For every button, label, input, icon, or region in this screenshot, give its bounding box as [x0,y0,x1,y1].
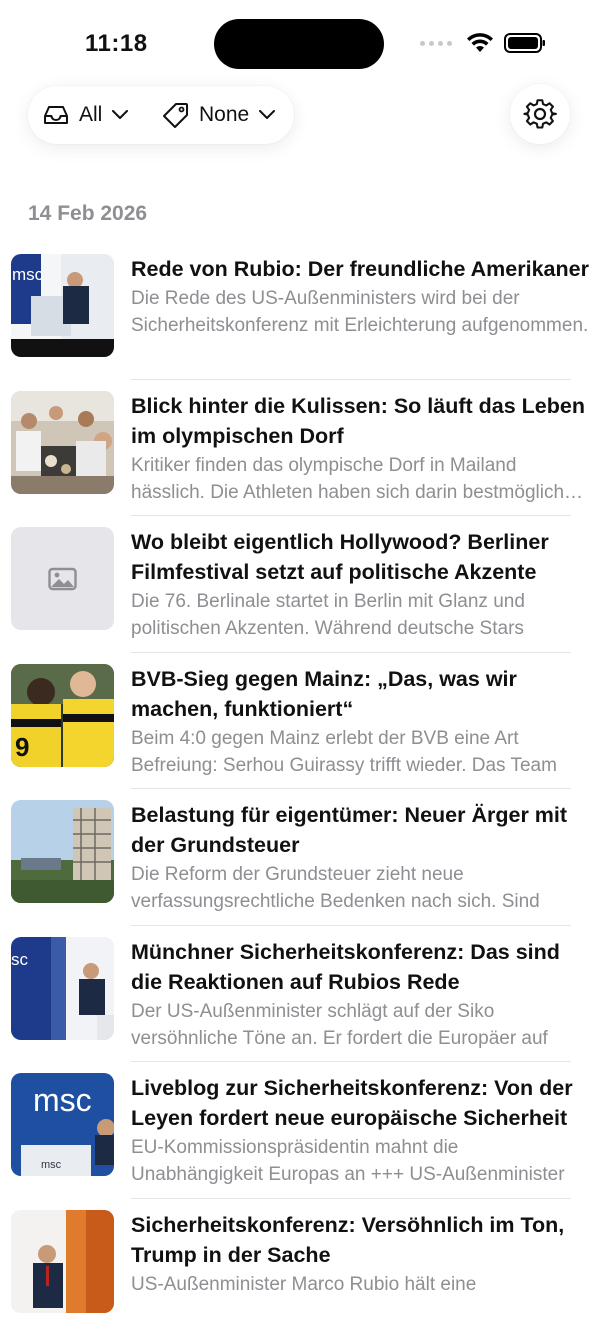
article-summary: Der US-Außenminister schlägt auf der Sik… [131,998,589,1052]
chevron-down-icon [259,110,275,120]
article-row[interactable]: 9 BVB-Sieg gegen Mainz: „Das, was wir ma… [0,660,598,797]
article-row[interactable]: Blick hinter die Kulissen: So läuft das … [0,387,598,524]
article-row[interactable]: Wo bleibt eigentlich Hollywood? Berliner… [0,523,598,660]
article-row[interactable]: sc Münchner Sicherheitskonferenz: Das si… [0,933,598,1070]
status-time: 11:18 [85,30,148,58]
photo-placeholder-icon [11,527,114,630]
article-title: Liveblog zur Sicherheitskonferenz: Von d… [131,1073,589,1133]
article-row[interactable]: Sicherheitskonferenz: Versöhnlich im Ton… [0,1206,598,1342]
article-thumbnail: msc msc [11,1073,114,1176]
article-summary: US-Außenminister Marco Rubio hält eine [131,1271,589,1298]
article-row[interactable]: msc msc Liveblog zur Sicherheitskonferen… [0,1069,598,1206]
article-title: Rede von Rubio: Der freundliche Amerikan… [131,254,589,284]
article-title: Blick hinter die Kulissen: So läuft das … [131,391,589,451]
tag-icon [163,102,189,128]
row-divider [131,1198,571,1199]
msc-logo-text: msc [12,265,44,284]
row-divider [131,515,571,516]
svg-text:sc: sc [11,950,29,969]
article-summary: Die 76. Berlinale startet in Berlin mit … [131,588,589,642]
article-thumbnail [11,391,114,494]
cellular-signal-icon [420,41,452,46]
article-row[interactable]: Belastung für eigentümer: Neuer Ärger mi… [0,796,598,933]
row-divider [131,788,571,789]
msc-logo-text: msc [33,1082,92,1118]
article-title: Sicherheitskonferenz: Versöhnlich im Ton… [131,1210,589,1270]
article-thumbnail [11,800,114,903]
tag-filter-button[interactable]: None [163,86,275,144]
inbox-filter-button[interactable]: All [28,86,163,144]
tray-icon [43,104,69,126]
status-icons [420,32,546,54]
article-summary: Die Rede des US-Außenministers wird bei … [131,285,589,339]
article-thumbnail: msc [11,254,114,357]
chevron-down-icon [112,110,128,120]
svg-text:9: 9 [15,732,29,762]
wifi-icon [466,32,494,54]
row-divider [131,925,571,926]
article-row[interactable]: msc Rede von Rubio: Der freundliche Amer… [0,250,598,387]
gear-icon [523,97,557,131]
status-bar: 11:18 [0,0,598,80]
article-thumbnail: 9 [11,664,114,767]
inbox-filter-label: All [79,103,102,127]
article-summary: Die Reform der Grundsteuer zieht neue ve… [131,861,589,915]
svg-text:msc: msc [41,1159,62,1171]
article-list: msc Rede von Rubio: Der freundliche Amer… [0,250,598,1342]
article-summary: Kritiker finden das olympische Dorf in M… [131,452,589,506]
filter-bar: All None [28,86,294,144]
article-thumbnail [11,1210,114,1313]
article-thumbnail-placeholder [11,527,114,630]
article-summary: EU-Kommissionspräsidentin mahnt die Unab… [131,1134,589,1188]
date-section-header: 14 Feb 2026 [28,202,147,226]
article-title: Wo bleibt eigentlich Hollywood? Berliner… [131,527,589,587]
article-title: Münchner Sicherheitskonferenz: Das sind … [131,937,589,997]
article-title: BVB-Sieg gegen Mainz: „Das, was wir mach… [131,664,589,724]
row-divider [131,652,571,653]
row-divider [131,1061,571,1062]
tag-filter-label: None [199,103,249,127]
settings-button[interactable] [510,84,570,144]
battery-icon [504,33,546,53]
row-divider [131,379,571,380]
dynamic-island [214,19,384,69]
article-thumbnail: sc [11,937,114,1040]
article-summary: Beim 4:0 gegen Mainz erlebt der BVB eine… [131,725,589,779]
article-title: Belastung für eigentümer: Neuer Ärger mi… [131,800,589,860]
